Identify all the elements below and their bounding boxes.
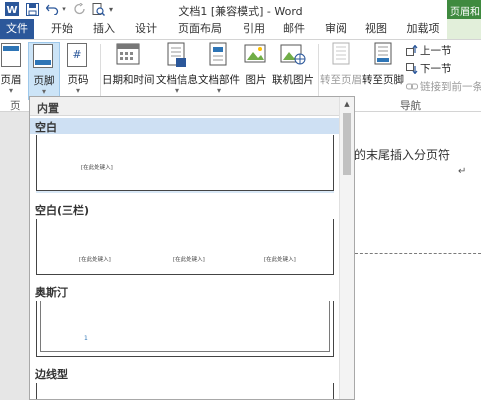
document-info-label: 文档信息 — [156, 74, 198, 86]
placeholder-text-right: [在此处键入] — [264, 257, 296, 263]
tab-header-footer-design[interactable] — [447, 19, 481, 39]
tab-view[interactable]: 视图 — [358, 19, 394, 39]
footer-button-label: 页脚 — [33, 75, 55, 87]
gallery-scrollbar[interactable]: ▲ — [339, 97, 354, 399]
footer-option-sideline[interactable] — [36, 383, 334, 399]
document-text[interactable]: 的末尾插入分页符 — [354, 146, 450, 163]
gallery-section-label: 空白(三栏) — [35, 204, 90, 217]
header-button[interactable]: 页眉 ▾ — [0, 42, 24, 100]
tab-page-layout[interactable]: 页面布局 — [168, 19, 232, 39]
link-to-previous-button[interactable]: 链接到前一条页眉 — [406, 80, 481, 95]
header-dropdown-icon: ▾ — [8, 86, 13, 95]
paragraph-mark: ↵ — [458, 166, 467, 177]
link-to-previous-label: 链接到前一条页眉 — [420, 81, 481, 93]
document-parts-button[interactable]: 文档部件 ▾ — [198, 42, 240, 100]
tab-references[interactable]: 引用 — [236, 19, 272, 39]
previous-section-icon — [406, 44, 418, 56]
page-number-button[interactable]: # 页码 ▾ — [62, 42, 94, 100]
gallery-section-label: 奥斯汀 — [35, 286, 68, 299]
document-info-icon — [164, 42, 190, 68]
page-number-icon: # — [65, 42, 91, 68]
goto-footer-label: 转至页脚 — [362, 74, 404, 86]
gallery-section-label: 边线型 — [35, 368, 68, 381]
tab-insert[interactable]: 插入 — [84, 19, 124, 39]
footer-option-blank[interactable]: [在此处键入] — [36, 135, 334, 193]
tab-file[interactable]: 文件 — [0, 19, 34, 39]
calendar-icon — [115, 42, 141, 68]
footer-gallery-dropdown: 内置 空白 [在此处键入] 空白(三栏) [在此处键入] [在此处键入] [在此… — [29, 96, 355, 400]
scrollbar-thumb[interactable] — [343, 113, 351, 175]
tab-addins[interactable]: 加载项 — [398, 19, 448, 39]
goto-footer-button[interactable]: 转至页脚 — [362, 42, 404, 100]
tab-home[interactable]: 开始 — [42, 19, 82, 39]
document-parts-label: 文档部件 — [198, 74, 240, 86]
footer-preview-frame — [36, 383, 334, 399]
goto-header-icon — [328, 42, 354, 68]
footer-preview-frame — [36, 219, 334, 275]
ribbon-tabs: 文件 开始 插入 设计 页面布局 引用 邮件 审阅 视图 加载项 — [0, 19, 481, 39]
date-time-button[interactable]: 日期和时间 — [102, 42, 155, 100]
header-icon — [0, 42, 21, 68]
picture-button[interactable]: 图片 — [242, 42, 270, 100]
page-number-placeholder: 1 — [84, 335, 88, 342]
footer-inner-frame — [40, 301, 330, 352]
footer-icon — [31, 43, 57, 69]
previous-section-button[interactable]: 上一节 — [406, 44, 452, 59]
group-label-navigation: 导航 — [400, 100, 421, 112]
online-picture-icon — [280, 42, 306, 68]
online-picture-button[interactable]: 联机图片 — [272, 42, 314, 100]
tab-review[interactable]: 审阅 — [318, 19, 354, 39]
scroll-up-icon[interactable]: ▲ — [340, 97, 354, 111]
goto-footer-icon — [370, 42, 396, 68]
placeholder-text-center: [在此处键入] — [173, 257, 205, 263]
goto-header-button[interactable]: 转至页眉 — [320, 42, 362, 100]
page-number-dropdown-icon: ▾ — [75, 86, 80, 95]
footer-option-blank-three-column[interactable]: [在此处键入] [在此处键入] [在此处键入] — [36, 219, 334, 277]
picture-label: 图片 — [245, 74, 267, 86]
document-info-button[interactable]: 文档信息 ▾ — [156, 42, 198, 100]
footer-dropdown-icon: ▾ — [41, 87, 46, 96]
tab-design[interactable]: 设计 — [126, 19, 166, 39]
document-info-dropdown-icon: ▾ — [174, 86, 179, 95]
tab-mailings[interactable]: 邮件 — [276, 19, 312, 39]
gallery-section-label: 空白 — [30, 118, 340, 134]
picture-icon — [243, 42, 269, 68]
header-button-label: 页眉 — [0, 74, 22, 86]
gallery-heading: 内置 — [30, 97, 340, 116]
document-parts-dropdown-icon: ▾ — [216, 86, 221, 95]
goto-header-label: 转至页眉 — [320, 74, 362, 86]
footer-option-austin[interactable]: 1 — [36, 301, 334, 359]
online-picture-label: 联机图片 — [272, 74, 314, 86]
footer-button[interactable]: 页脚 ▾ — [28, 42, 60, 100]
title-bar: W ▾ ▾ 文档1 [兼容模式] - Word 页眉和 — [0, 0, 481, 19]
next-section-label: 下一节 — [420, 63, 452, 75]
context-tab-group-label: 页眉和 — [447, 0, 481, 19]
page-number-label: 页码 — [67, 74, 89, 86]
placeholder-text: [在此处键入] — [81, 165, 113, 171]
link-icon — [406, 81, 418, 92]
next-section-button[interactable]: 下一节 — [406, 62, 452, 77]
document-parts-icon — [206, 42, 232, 68]
next-section-icon — [406, 63, 418, 75]
window-title: 文档1 [兼容模式] - Word — [178, 5, 303, 18]
previous-section-label: 上一节 — [420, 45, 452, 57]
date-time-label: 日期和时间 — [102, 74, 155, 86]
placeholder-text-left: [在此处键入] — [79, 257, 111, 263]
group-label-header-footer: 页 — [10, 100, 21, 112]
footer-boundary-line — [355, 253, 481, 254]
